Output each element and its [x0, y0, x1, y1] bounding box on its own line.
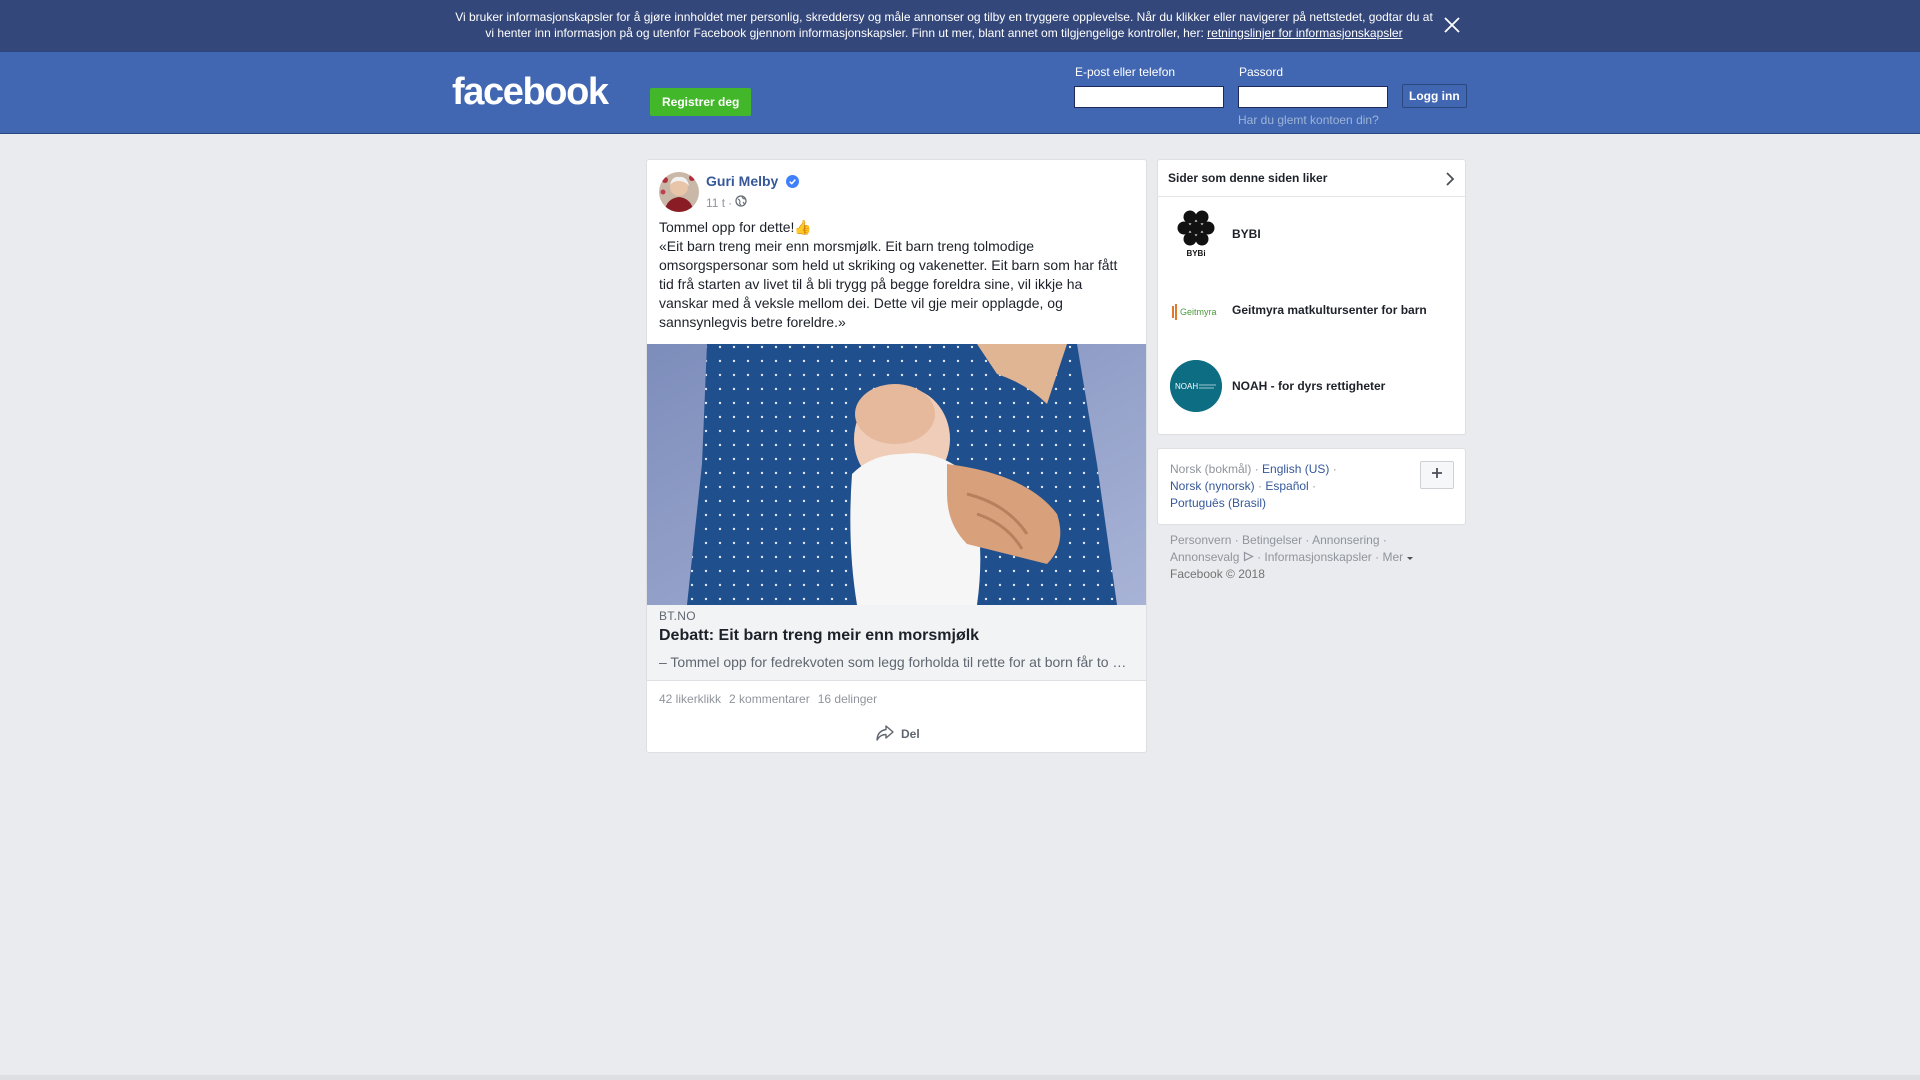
language-espanol[interactable]: Español: [1265, 479, 1308, 493]
footer-link-mer[interactable]: Mer: [1382, 550, 1403, 564]
cookie-banner: Vi bruker informasjonskapsler for å gjør…: [0, 0, 1920, 52]
post-stats: 42 likerklikk 2 kommentarer 16 delinger: [659, 692, 877, 706]
post-timestamp[interactable]: 11 t: [706, 196, 725, 210]
bottom-strip: [0, 1075, 1920, 1080]
footer-link-annonsevalg[interactable]: Annonsevalg: [1170, 550, 1239, 564]
noah-logo: NOAH: [1170, 360, 1222, 412]
footer-copyright: Facebook © 2018: [1170, 567, 1265, 581]
more-languages-button[interactable]: [1420, 461, 1454, 489]
link-preview[interactable]: BT.NO Debatt: Eit barn treng meir enn mo…: [647, 605, 1146, 681]
geitmyra-logo: Geitmyra: [1170, 284, 1222, 336]
language-list: Norsk (bokmål) · English (US) · Norsk (n…: [1170, 462, 1337, 510]
liked-pages-title: Sider som denne siden liker: [1168, 171, 1328, 185]
footer-links: Personvern · Betingelser · Annonsering ·…: [1170, 532, 1460, 583]
share-label: Del: [901, 727, 920, 741]
page-name-geitmyra[interactable]: Geitmyra matkultursenter for barn: [1232, 303, 1427, 317]
cookie-policy-link[interactable]: retningslinjer for informasjonskapsler: [1207, 26, 1402, 40]
post-text-quote: «Eit barn treng meir enn morsmjølk. Eit …: [659, 238, 1118, 330]
chevron-right-icon[interactable]: [1445, 172, 1455, 189]
language-current: Norsk (bokmål): [1170, 462, 1252, 476]
language-norsk-nynorsk[interactable]: Norsk (nynorsk): [1170, 479, 1255, 493]
shares-count[interactable]: 16 delinger: [818, 692, 877, 706]
post-text-intro: Tommel opp for dette!👍: [659, 219, 812, 235]
footer-link-annonsering[interactable]: Annonsering: [1312, 533, 1379, 547]
top-navigation-bar: facebook Registrer deg E-post eller tele…: [0, 52, 1920, 134]
link-title[interactable]: Debatt: Eit barn treng meir enn morsmjøl…: [659, 627, 979, 645]
author-name-text[interactable]: Guri Melby: [706, 173, 778, 189]
page-name-noah[interactable]: NOAH - for dyrs rettigheter: [1232, 379, 1385, 393]
close-icon[interactable]: [1442, 15, 1462, 35]
bybi-logo-text: BYBi: [1186, 249, 1205, 258]
post-card: Guri Melby 11 t · Tommel opp for dette!👍…: [646, 159, 1147, 753]
footer-link-personvern[interactable]: Personvern: [1170, 533, 1231, 547]
password-label: Passord: [1239, 65, 1284, 79]
noah-logo-text: NOAH: [1175, 382, 1198, 391]
plus-icon: [1431, 466, 1443, 484]
caret-down-icon[interactable]: [1406, 550, 1413, 564]
share-icon: [875, 724, 895, 745]
language-portugues-brasil[interactable]: Português (Brasil): [1170, 496, 1266, 510]
geitmyra-logo-text: Geitmyra: [1180, 307, 1217, 317]
page-item-geitmyra[interactable]: Geitmyra Geitmyra matkultursenter for ba…: [1170, 284, 1460, 336]
page-item-noah[interactable]: NOAH NOAH - for dyrs rettigheter: [1170, 360, 1460, 412]
register-button[interactable]: Registrer deg: [650, 88, 752, 116]
email-field[interactable]: [1074, 86, 1224, 108]
link-preview-image[interactable]: [647, 344, 1146, 605]
link-source: BT.NO: [659, 609, 696, 623]
forgot-account-link[interactable]: Har du glemt kontoen din?: [1238, 113, 1379, 127]
liked-pages-header: Sider som denne siden liker: [1158, 160, 1465, 197]
post-text: Tommel opp for dette!👍 «Eit barn treng m…: [659, 218, 1129, 332]
email-label: E-post eller telefon: [1075, 65, 1176, 79]
page-name-bybi[interactable]: BYBI: [1232, 227, 1261, 241]
page-item-bybi[interactable]: BYBi BYBI: [1170, 208, 1460, 260]
comments-count[interactable]: 2 kommentarer: [729, 692, 810, 706]
likes-count[interactable]: 42 likerklikk: [659, 692, 721, 706]
language-english-us[interactable]: English (US): [1262, 462, 1329, 476]
bybi-logo: BYBi: [1170, 208, 1222, 260]
ad-choices-icon[interactable]: [1243, 550, 1257, 564]
login-button[interactable]: Logg inn: [1402, 84, 1467, 108]
post-meta: 11 t ·: [706, 195, 747, 210]
footer-link-informasjonskapsler[interactable]: Informasjonskapsler: [1264, 550, 1371, 564]
password-field[interactable]: [1238, 86, 1388, 108]
cookie-banner-text: Vi bruker informasjonskapsler for å gjør…: [452, 9, 1436, 41]
globe-icon: [735, 195, 747, 210]
author-name[interactable]: Guri Melby: [706, 173, 800, 191]
link-description: – Tommel opp for fedrekvoten som legg fo…: [659, 654, 1129, 670]
facebook-logo[interactable]: facebook: [452, 72, 609, 112]
liked-pages-card: Sider som denne siden liker BYBi BYBI Ge…: [1157, 159, 1466, 435]
verified-badge-icon: [786, 175, 800, 191]
footer-link-betingelser[interactable]: Betingelser: [1242, 533, 1302, 547]
author-avatar[interactable]: [659, 172, 699, 212]
meta-separator: ·: [728, 195, 733, 210]
language-selector-card: Norsk (bokmål) · English (US) · Norsk (n…: [1157, 448, 1466, 525]
share-button[interactable]: Del: [875, 722, 920, 746]
